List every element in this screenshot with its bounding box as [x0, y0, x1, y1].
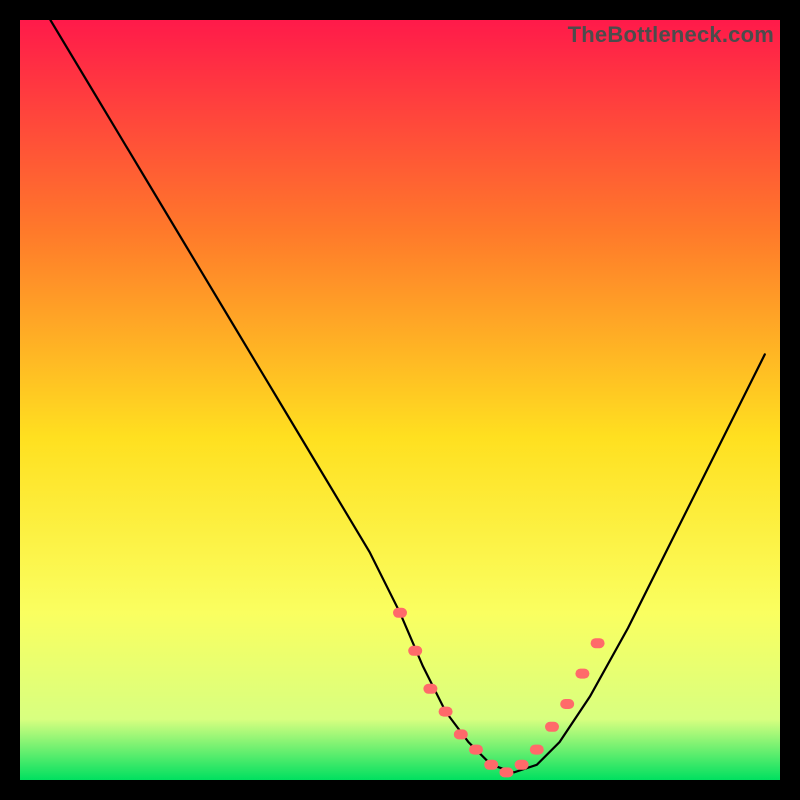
highlight-dot: [499, 767, 513, 777]
highlight-dot: [530, 745, 544, 755]
highlight-dot: [408, 646, 422, 656]
highlight-dot: [393, 608, 407, 618]
highlight-dot: [575, 669, 589, 679]
highlight-dot: [469, 745, 483, 755]
chart-frame: TheBottleneck.com: [20, 20, 780, 780]
highlight-dot: [454, 729, 468, 739]
highlight-dot: [545, 722, 559, 732]
highlight-dot: [515, 760, 529, 770]
highlight-dot: [484, 760, 498, 770]
highlight-dot: [439, 707, 453, 717]
gradient-bg: [20, 20, 780, 780]
highlight-dot: [423, 684, 437, 694]
chart-svg: [20, 20, 780, 780]
highlight-dot: [560, 699, 574, 709]
highlight-dot: [591, 638, 605, 648]
